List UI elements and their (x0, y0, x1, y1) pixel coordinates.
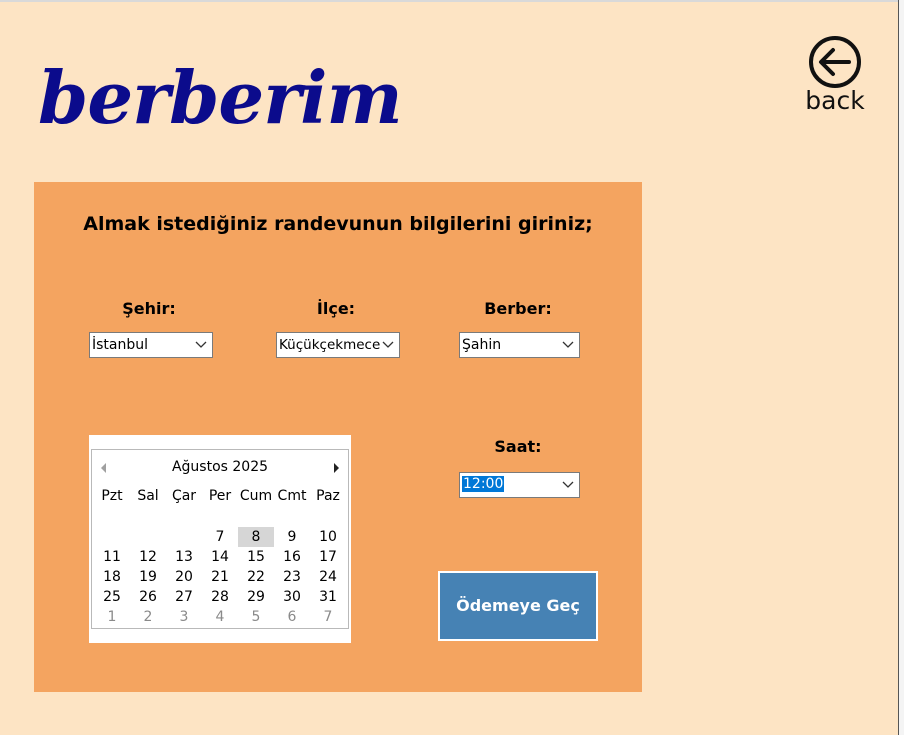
weekday-label: Çar (171, 488, 197, 504)
calendar-day[interactable]: 16 (274, 547, 310, 567)
window-edge (898, 0, 904, 735)
back-label: back (805, 86, 865, 115)
chevron-down-icon (562, 481, 574, 488)
calendar-day[interactable]: 10 (310, 527, 346, 547)
calendar-day[interactable]: 14 (202, 547, 238, 567)
calendar-day[interactable]: 26 (130, 587, 166, 607)
month-calendar: Ağustos 2025 Pzt Sal Çar Per Cum Cmt Paz 7 8 9 10… (89, 435, 351, 643)
calendar-day[interactable]: 4 (202, 607, 238, 627)
barber-value: Şahin (462, 337, 502, 353)
calendar-day[interactable]: 3 (166, 607, 202, 627)
calendar-day[interactable]: 15 (238, 547, 274, 567)
calendar-day[interactable]: 19 (130, 567, 166, 587)
chevron-down-icon (195, 341, 207, 348)
calendar-day[interactable]: 1 (94, 607, 130, 627)
district-label: İlçe: (316, 299, 356, 318)
chevron-down-icon (382, 341, 394, 348)
calendar-day[interactable]: 22 (238, 567, 274, 587)
back-button[interactable]: back (800, 34, 870, 115)
weekday-label: Sal (137, 488, 159, 504)
appointment-panel: Almak istediğiniz randevunun bilgilerini… (34, 182, 642, 692)
district-select[interactable]: Küçükçekmece (276, 332, 400, 358)
calendar-day[interactable]: 7 (310, 607, 346, 627)
calendar-day[interactable]: 13 (166, 547, 202, 567)
calendar-day[interactable]: 17 (310, 547, 346, 567)
weekday-label: Cum (239, 488, 273, 504)
calendar-day[interactable]: 24 (310, 567, 346, 587)
calendar-day[interactable]: 2 (130, 607, 166, 627)
calendar-day[interactable]: 8 (238, 527, 274, 547)
barber-label: Berber: (484, 299, 552, 318)
form-heading: Almak istediğiniz randevunun bilgilerini… (83, 213, 593, 235)
calendar-day[interactable]: 7 (202, 527, 238, 547)
calendar-day[interactable]: 11 (94, 547, 130, 567)
weekday-label: Pzt (101, 488, 123, 504)
calendar-day[interactable]: 29 (238, 587, 274, 607)
time-label: Saat: (494, 437, 542, 456)
proceed-to-payment-button[interactable]: Ödemeye Geç (438, 571, 598, 641)
city-value: İstanbul (92, 337, 149, 353)
calendar-day[interactable]: 25 (94, 587, 130, 607)
calendar-day[interactable]: 21 (202, 567, 238, 587)
time-select[interactable]: 12:00 (459, 472, 580, 498)
app-logo: berberim (38, 55, 403, 140)
chevron-down-icon (562, 341, 574, 348)
calendar-day[interactable]: 23 (274, 567, 310, 587)
time-value: 12:00 (462, 476, 505, 492)
weekday-label: Per (208, 488, 232, 504)
calendar-day[interactable]: 30 (274, 587, 310, 607)
district-value: Küçükçekmece (279, 337, 381, 353)
circle-arrow-left-icon (809, 36, 861, 88)
calendar-month-label: Ağustos 2025 (171, 459, 269, 475)
weekday-label: Paz (316, 488, 340, 504)
calendar-day[interactable]: 6 (274, 607, 310, 627)
calendar-day[interactable]: 18 (94, 567, 130, 587)
calendar-day[interactable]: 9 (274, 527, 310, 547)
barber-select[interactable]: Şahin (459, 332, 580, 358)
calendar-day[interactable]: 5 (238, 607, 274, 627)
app-window: berberim back Almak istediğiniz randevun… (0, 0, 898, 735)
calendar-day[interactable]: 27 (166, 587, 202, 607)
calendar-day[interactable]: 31 (310, 587, 346, 607)
city-select[interactable]: İstanbul (89, 332, 213, 358)
city-label: Şehir: (122, 299, 176, 318)
calendar-day[interactable]: 20 (166, 567, 202, 587)
weekday-label: Cmt (277, 488, 307, 504)
calendar-day[interactable]: 28 (202, 587, 238, 607)
calendar-day[interactable]: 12 (130, 547, 166, 567)
